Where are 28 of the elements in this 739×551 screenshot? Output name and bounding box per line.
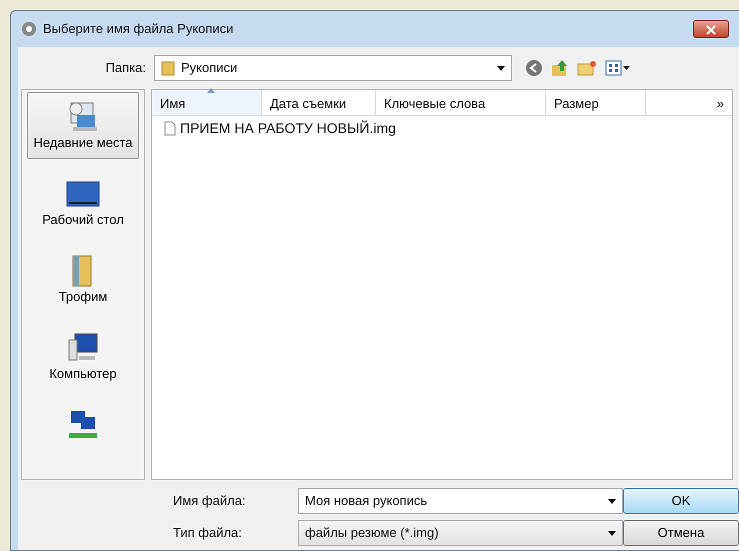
- folder-label: Папка:: [104, 59, 147, 78]
- caret-icon: [608, 498, 616, 504]
- window-title: Выберите имя файла Рукописи: [43, 20, 234, 38]
- filename-label: Имя файла:: [173, 492, 247, 510]
- filename-combo[interactable]: Моя новая рукопись: [298, 488, 623, 514]
- caret-icon: [497, 66, 505, 70]
- cancel-button[interactable]: Отмена: [623, 520, 739, 546]
- filetype-combo[interactable]: файлы резюме (*.img): [298, 520, 623, 546]
- new-folder-icon[interactable]: [576, 59, 598, 77]
- column-header[interactable]: Имя: [152, 90, 262, 115]
- back-icon[interactable]: [525, 59, 543, 77]
- up-folder-icon[interactable]: [550, 59, 570, 77]
- sidebar-item[interactable]: Компьютер: [27, 322, 139, 390]
- folder-dropdown[interactable]: Рукописи: [154, 55, 512, 81]
- filetype-label: Тип файла:: [173, 524, 243, 542]
- close-button[interactable]: [693, 20, 729, 38]
- view-menu-icon[interactable]: [604, 59, 630, 77]
- sidebar-item[interactable]: Трофим: [27, 246, 139, 313]
- sidebar-item[interactable]: Недавние места: [27, 92, 139, 159]
- sidebar-item[interactable]: Рабочий стол: [27, 168, 139, 236]
- ok-button[interactable]: OK: [623, 488, 739, 514]
- file-name[interactable]: ПРИЕМ НА РАБОТУ НОВЫЙ.img: [180, 118, 396, 139]
- dialog-icon: [21, 21, 37, 37]
- caret-icon: [608, 530, 616, 536]
- close-icon: [706, 24, 716, 35]
- file-icon: [164, 121, 176, 136]
- sort-arrow-icon: [206, 88, 214, 93]
- folder-icon: [161, 60, 175, 76]
